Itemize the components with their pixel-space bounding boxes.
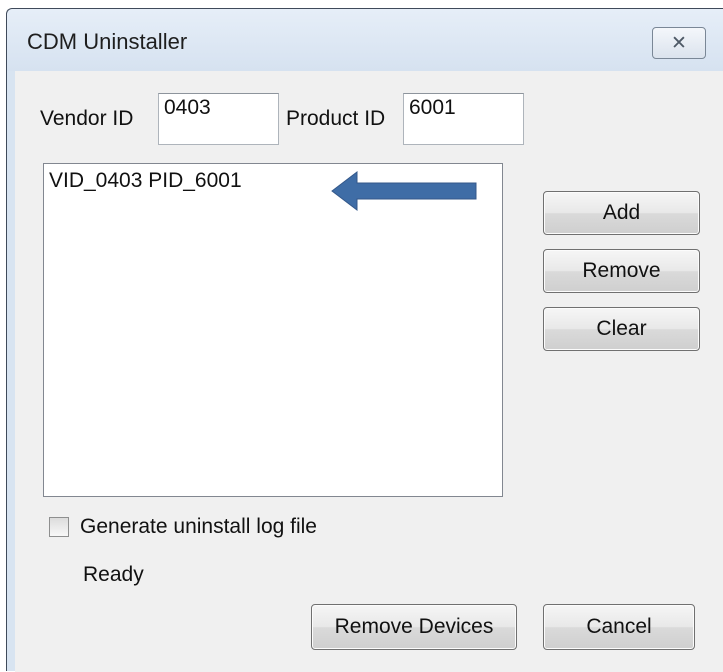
product-id-input[interactable]: 6001 (403, 93, 524, 145)
vendor-id-input[interactable]: 0403 (158, 93, 279, 145)
remove-button[interactable]: Remove (543, 249, 700, 293)
cancel-button-label: Cancel (586, 615, 652, 638)
list-item[interactable]: VID_0403 PID_6001 (49, 169, 242, 193)
generate-log-label[interactable]: Generate uninstall log file (80, 515, 317, 539)
remove-devices-button[interactable]: Remove Devices (311, 604, 517, 650)
status-text: Ready (83, 563, 144, 586)
add-button-label: Add (602, 201, 641, 224)
clear-button[interactable]: Clear (543, 307, 700, 351)
close-button[interactable]: ✕ (652, 27, 706, 59)
product-id-value: 6001 (409, 96, 456, 119)
remove-devices-button-label: Remove Devices (334, 615, 494, 638)
vendor-id-value: 0403 (164, 96, 211, 119)
add-button[interactable]: Add (543, 191, 700, 235)
generate-log-checkbox[interactable] (49, 517, 69, 537)
annotation-arrow-icon (331, 170, 477, 212)
window-title: CDM Uninstaller (27, 29, 188, 54)
dialog-body: Vendor ID 0403 Product ID 6001 VID_0403 … (15, 71, 723, 672)
device-listbox[interactable]: VID_0403 PID_6001 (43, 163, 503, 497)
title-bar[interactable]: CDM Uninstaller ✕ (7, 9, 723, 71)
close-icon: ✕ (671, 32, 687, 54)
remove-button-label: Remove (582, 259, 661, 282)
cdm-uninstaller-window: CDM Uninstaller ✕ Vendor ID 0403 Product… (6, 8, 723, 672)
clear-button-label: Clear (596, 317, 647, 340)
product-id-label: Product ID (286, 107, 386, 130)
cancel-button[interactable]: Cancel (543, 604, 695, 650)
vendor-id-label: Vendor ID (40, 107, 134, 130)
